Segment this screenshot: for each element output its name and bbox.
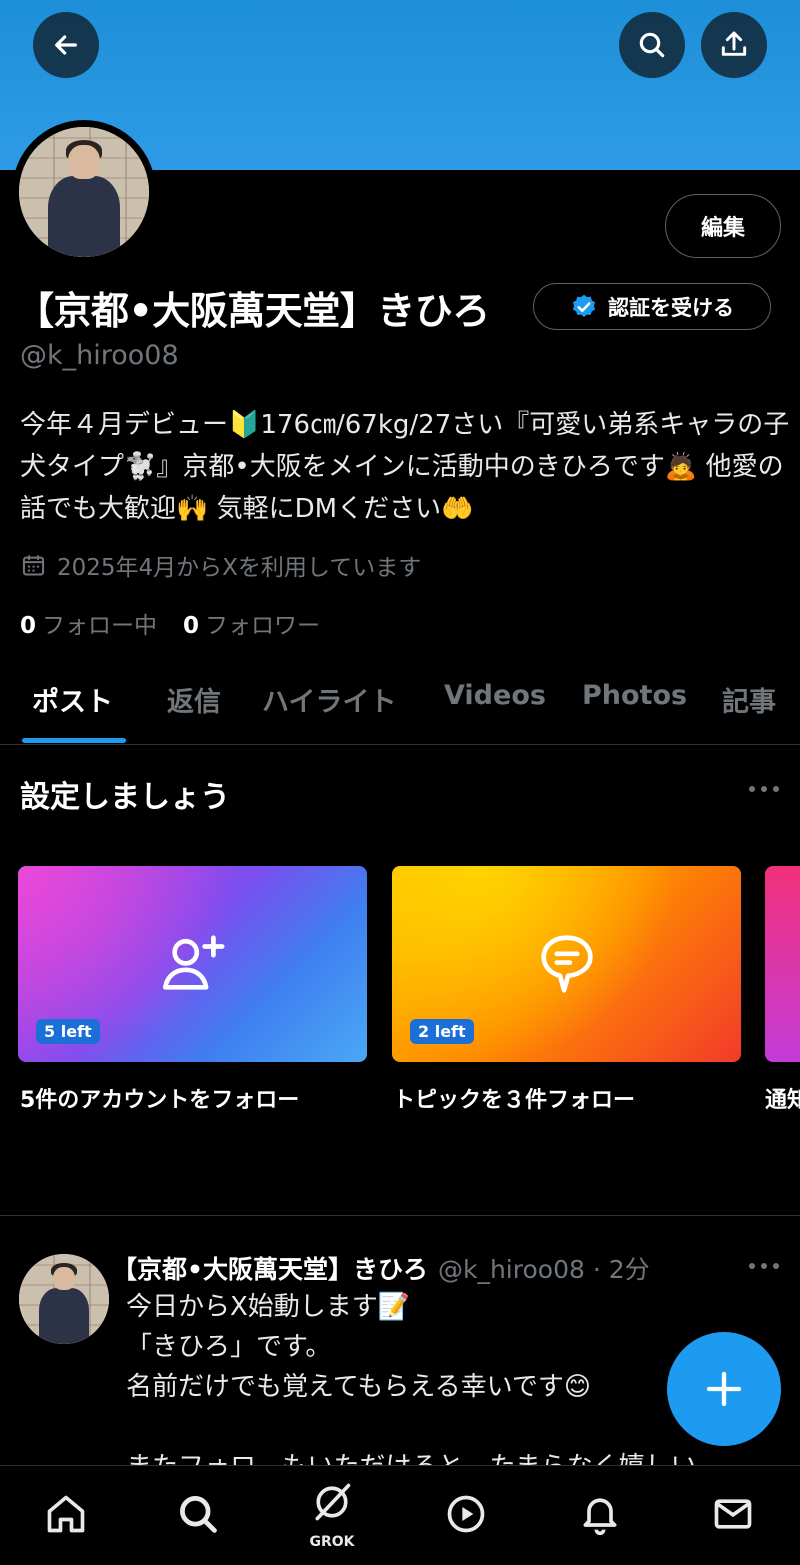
followers-count: 0 xyxy=(183,613,200,639)
post-meta: @k_hiroo08 · 2分 xyxy=(437,1255,650,1284)
tab-photos[interactable]: Photos xyxy=(582,680,687,711)
tab-videos[interactable]: Videos xyxy=(444,680,546,711)
section-divider xyxy=(0,1215,800,1216)
play-icon xyxy=(447,1495,485,1533)
tab-highlights[interactable]: ハイライト xyxy=(262,680,396,719)
bell-icon xyxy=(583,1498,617,1536)
arrow-left-icon xyxy=(55,35,77,55)
follow-topics-label: トピックを３件フォロー xyxy=(393,1088,636,1113)
follow-accounts-label: 5件のアカウントをフォロー xyxy=(20,1088,300,1113)
topic-icon xyxy=(540,935,593,993)
back-button[interactable] xyxy=(33,12,99,78)
search-button[interactable] xyxy=(619,12,685,78)
setup-more-button[interactable] xyxy=(749,786,779,794)
plus-icon xyxy=(706,1371,742,1407)
nav-videos[interactable] xyxy=(442,1490,490,1538)
compose-post-button[interactable] xyxy=(667,1332,781,1446)
nav-grok[interactable] xyxy=(308,1478,356,1526)
nav-messages[interactable] xyxy=(709,1490,757,1538)
profile-bio: 今年４月デビュー🔰176㎝/67kg/27さい『可愛い弟系キャラの子犬タイプ🐩』… xyxy=(20,410,790,524)
setup-title: 設定しましょう xyxy=(20,780,230,815)
get-verified-label: 認証を受ける xyxy=(608,295,734,320)
post-more-button[interactable] xyxy=(749,1263,779,1271)
bottom-navigation: GROK xyxy=(0,1465,800,1565)
post-author[interactable]: 【京都•大阪萬天堂】きひろ xyxy=(112,1255,428,1284)
tab-posts[interactable]: ポスト xyxy=(32,680,113,719)
nav-search[interactable] xyxy=(174,1490,222,1538)
active-tab-indicator xyxy=(22,738,126,743)
nav-home[interactable] xyxy=(42,1490,90,1538)
joined-date: 2025年4月からXを利用しています xyxy=(20,548,421,582)
following-link[interactable]: 0 フォロー中 xyxy=(20,606,157,640)
notifications-card-label: 通知 xyxy=(765,1088,800,1113)
grok-icon xyxy=(315,1483,351,1521)
profile-handle: @k_hiroo08 xyxy=(20,340,179,371)
profile-avatar[interactable] xyxy=(12,120,156,264)
follow-accounts-badge: 5 left xyxy=(36,1019,100,1044)
profile-name: 【京都•大阪萬天堂】きひろ xyxy=(16,289,490,333)
following-count: 0 xyxy=(20,613,37,639)
search-icon xyxy=(180,1496,217,1533)
share-button[interactable] xyxy=(701,12,767,78)
follow-accounts-card[interactable]: 5 left xyxy=(18,866,367,1062)
notifications-card[interactable] xyxy=(765,866,800,1062)
followers-link[interactable]: 0 フォロワー xyxy=(183,606,320,640)
calendar-icon xyxy=(22,554,45,576)
post-header: 【京都•大阪萬天堂】きひろ @k_hiroo08 · 2分 xyxy=(112,1250,650,1286)
get-verified-button[interactable]: 認証を受ける xyxy=(533,283,771,330)
joined-text: 2025年4月からXを利用しています xyxy=(57,555,422,581)
verified-badge-icon xyxy=(572,294,596,317)
nav-grok-label: GROK xyxy=(309,1534,355,1550)
followers-label: フォロワー xyxy=(205,613,321,639)
home-icon xyxy=(47,1495,85,1533)
follow-topics-card[interactable]: 2 left xyxy=(392,866,741,1062)
share-icon xyxy=(721,31,747,56)
follow-topics-badge: 2 left xyxy=(410,1019,474,1044)
tab-articles[interactable]: 記事 xyxy=(722,680,776,719)
following-label: フォロー中 xyxy=(42,613,158,639)
search-icon xyxy=(639,32,665,58)
mail-icon xyxy=(714,1499,752,1529)
tab-replies[interactable]: 返信 xyxy=(167,680,221,719)
edit-profile-button[interactable]: 編集 xyxy=(665,194,781,258)
profile-tabs: ポスト 返信 ハイライト Videos Photos 記事 xyxy=(0,672,800,745)
follow-stats: 0 フォロー中 0 フォロワー xyxy=(20,606,320,640)
add-user-icon xyxy=(162,935,224,990)
post-avatar[interactable] xyxy=(19,1254,109,1344)
nav-notifications[interactable] xyxy=(576,1490,624,1538)
